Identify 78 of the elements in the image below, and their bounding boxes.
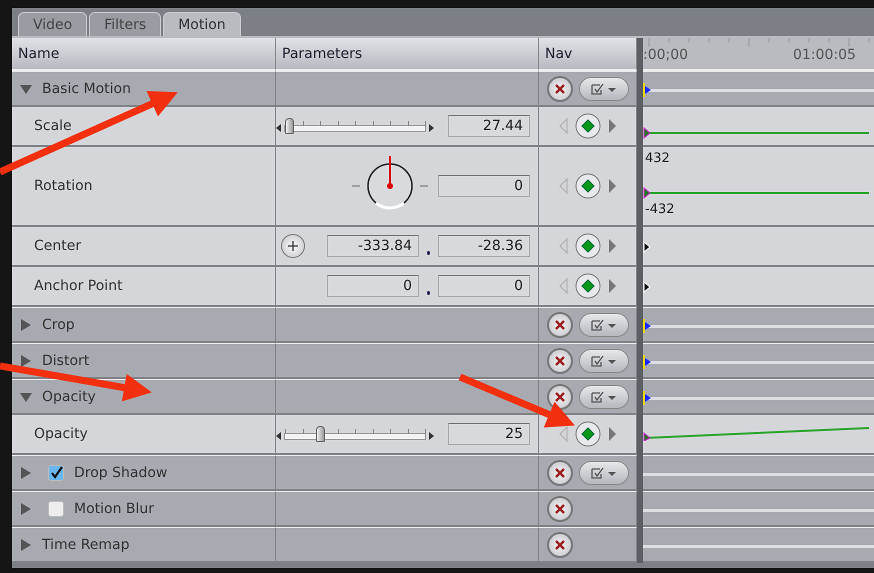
parameter-name: Anchor Point — [34, 278, 123, 294]
slider-thumb[interactable] — [316, 426, 325, 442]
left-arrow-icon[interactable] — [276, 432, 281, 440]
separator-dot-icon — [427, 291, 430, 295]
group-name: Time Remap — [42, 536, 130, 552]
tab[interactable]: Filters — [89, 12, 162, 36]
reset-button[interactable] — [547, 532, 573, 558]
parameter-name: Scale — [34, 118, 72, 134]
group-name: Distort — [42, 352, 90, 368]
group-name: Drop Shadow — [74, 464, 168, 480]
menu-button[interactable] — [579, 348, 629, 372]
collapsed-triangle-icon[interactable] — [20, 354, 32, 366]
close-icon — [554, 502, 566, 514]
value-field[interactable]: 25 — [448, 423, 530, 445]
close-icon — [554, 466, 566, 478]
y-field[interactable]: -28.36 — [438, 235, 530, 257]
parameter-name: Opacity — [34, 426, 88, 442]
reset-button[interactable] — [547, 384, 573, 410]
menu-button[interactable] — [579, 460, 629, 484]
group-name: Crop — [42, 316, 75, 332]
keyframe-navigator[interactable] — [556, 231, 618, 261]
plus-icon — [287, 240, 299, 252]
reset-button[interactable] — [547, 312, 573, 338]
collapsed-triangle-icon[interactable] — [20, 318, 32, 330]
menu-button[interactable] — [579, 76, 629, 100]
x-field[interactable]: -333.84 — [327, 235, 419, 257]
value-field[interactable]: 27.44 — [448, 115, 530, 137]
expanded-triangle-icon[interactable] — [20, 82, 32, 94]
slider-thumb[interactable] — [285, 118, 294, 134]
checklist-dropdown-icon — [590, 390, 618, 404]
keyframe-navigator[interactable] — [556, 111, 618, 141]
keyframe-navigator[interactable] — [556, 171, 618, 201]
menu-button[interactable] — [579, 312, 629, 336]
reset-button[interactable] — [547, 348, 573, 374]
parameter-name: Rotation — [34, 178, 93, 194]
separator-dot-icon — [427, 251, 430, 255]
y-field[interactable]: 0 — [438, 275, 530, 297]
close-icon — [554, 390, 566, 402]
checklist-dropdown-icon — [590, 82, 618, 96]
reset-button[interactable] — [547, 460, 573, 486]
tab[interactable]: Video — [18, 12, 88, 36]
tab[interactable]: Motion — [163, 12, 241, 36]
checklist-dropdown-icon — [590, 354, 618, 368]
crosshair-button[interactable] — [281, 234, 305, 258]
group-name: Opacity — [42, 388, 96, 404]
left-arrow-icon[interactable] — [276, 124, 281, 132]
column-header: Nav — [539, 38, 637, 71]
timecode: 01:00:05 — [793, 47, 856, 63]
column-header: Parameters — [276, 38, 539, 71]
graph-max-label: 432 — [645, 151, 670, 166]
checklist-dropdown-icon — [590, 466, 618, 480]
collapsed-triangle-icon[interactable] — [20, 502, 32, 514]
menu-button[interactable] — [579, 384, 629, 408]
timecode: :00;00 — [643, 47, 688, 63]
reset-button[interactable] — [547, 496, 573, 522]
x-field[interactable]: 0 — [327, 275, 419, 297]
close-icon — [554, 82, 566, 94]
collapsed-triangle-icon[interactable] — [20, 466, 32, 478]
column-header: Name — [12, 38, 276, 71]
collapsed-triangle-icon[interactable] — [20, 538, 32, 550]
right-arrow-icon[interactable] — [429, 124, 434, 132]
checkbox[interactable] — [48, 500, 64, 516]
close-icon — [554, 354, 566, 366]
keyframe-navigator[interactable] — [556, 271, 618, 301]
reset-button[interactable] — [547, 76, 573, 102]
keyframe-navigator[interactable] — [556, 419, 618, 449]
parameter-name: Center — [34, 238, 82, 254]
checklist-dropdown-icon — [590, 318, 618, 332]
close-icon — [554, 538, 566, 550]
timeline-ruler[interactable]: :00;00 01:00:05 — [643, 38, 874, 71]
group-name: Motion Blur — [74, 500, 154, 516]
graph-min-label: -432 — [645, 202, 675, 217]
expanded-triangle-icon[interactable] — [20, 390, 32, 402]
right-arrow-icon[interactable] — [429, 432, 434, 440]
group-name: Basic Motion — [42, 80, 131, 96]
close-icon — [554, 318, 566, 330]
value-field[interactable]: 0 — [438, 175, 530, 197]
checkbox[interactable] — [48, 464, 64, 480]
